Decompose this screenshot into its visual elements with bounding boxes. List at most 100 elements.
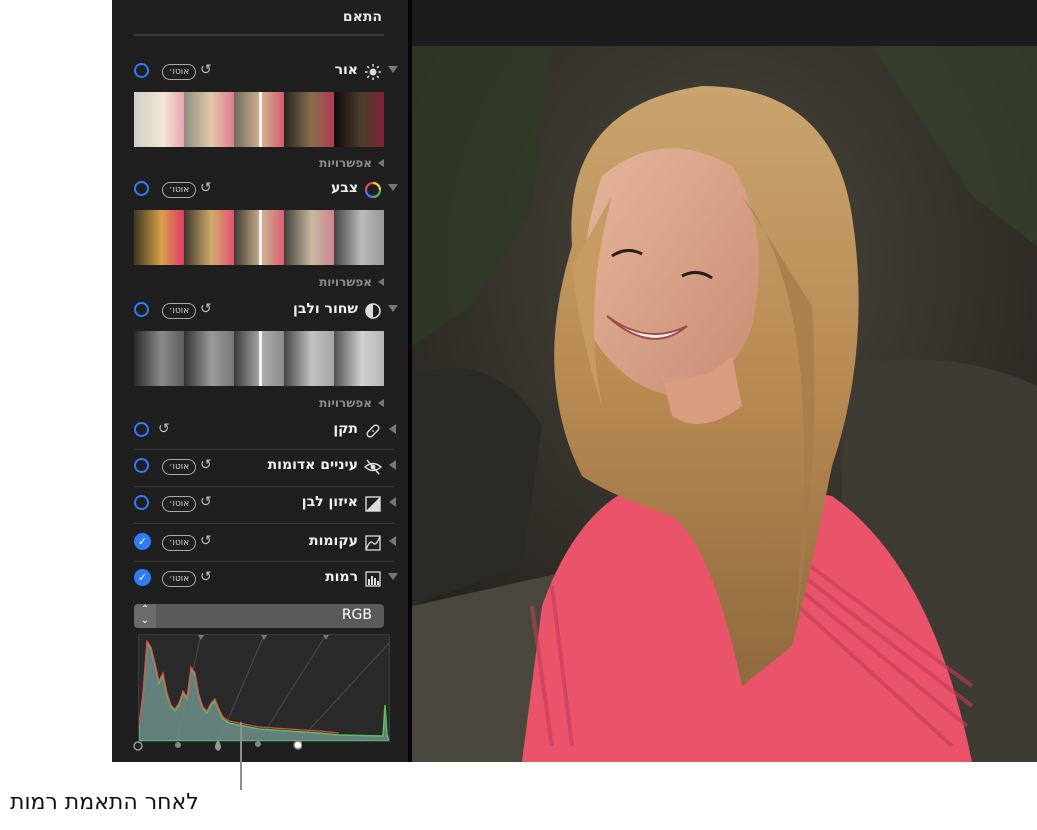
disclosure-triangle-icon	[378, 399, 384, 407]
options-disclosure[interactable]: אפשרויות	[319, 275, 384, 289]
curves-icon	[365, 535, 381, 551]
photo-canvas[interactable]	[412, 46, 1037, 762]
undo-button[interactable]: ↺	[200, 569, 212, 585]
disclosure-triangle-icon[interactable]	[388, 184, 398, 191]
histogram-graph	[139, 635, 389, 741]
auto-button[interactable]: אוטו׳	[162, 496, 196, 512]
thumbnail	[334, 210, 384, 265]
undo-button[interactable]: ↺	[200, 533, 212, 549]
enable-toggle-checked[interactable]: ✓	[134, 533, 151, 550]
white-balance-icon	[365, 496, 381, 512]
row-divider	[134, 486, 394, 487]
section-label: איזון לבן	[301, 494, 358, 510]
section-label: תקן	[333, 421, 358, 437]
white-point-handle	[293, 740, 302, 750]
channel-value: RGB	[341, 607, 372, 623]
thumbnail	[334, 331, 384, 386]
color-wheel-icon	[364, 181, 382, 199]
caption-text: לאחר התאמת רמות	[10, 790, 199, 815]
section-color[interactable]: צבע ↺ אוטו׳	[112, 177, 408, 203]
section-label: שחור ולבן	[293, 301, 358, 317]
section-label: רמות	[325, 569, 358, 585]
thumbnail	[184, 92, 234, 147]
color-thumbnail-strip[interactable]	[134, 210, 384, 265]
section-white-balance[interactable]: איזון לבן ↺ אוטו׳	[112, 491, 408, 517]
section-label: אור	[334, 62, 358, 78]
row-divider	[134, 561, 394, 562]
section-light[interactable]: אור ↺ אוטו׳	[112, 59, 408, 85]
disclosure-triangle-icon[interactable]	[389, 424, 396, 434]
app: התאם אור ↺ אוטו׳ אפשרויות צבע ↺ אוטו׳ אפ…	[0, 0, 1037, 830]
undo-button[interactable]: ↺	[158, 421, 170, 437]
disclosure-triangle-icon[interactable]	[389, 460, 396, 470]
enable-toggle[interactable]	[134, 181, 149, 196]
eye-slash-icon	[364, 459, 382, 475]
levels-slider-track[interactable]	[132, 738, 302, 752]
section-black-and-white[interactable]: שחור ולבן ↺ אוטו׳	[112, 298, 408, 324]
portrait-photo	[412, 46, 1037, 762]
callout-line	[240, 722, 242, 790]
highlights-handle	[255, 741, 261, 747]
undo-button[interactable]: ↺	[200, 180, 212, 196]
undo-button[interactable]: ↺	[200, 494, 212, 510]
disclosure-triangle-icon	[378, 159, 384, 167]
enable-toggle[interactable]	[134, 458, 149, 473]
disclosure-triangle-icon[interactable]	[388, 66, 398, 73]
auto-button[interactable]: אוטו׳	[162, 303, 196, 319]
disclosure-triangle-icon[interactable]	[389, 497, 396, 507]
section-label: עיניים אדומות	[267, 457, 358, 473]
enable-toggle-checked[interactable]: ✓	[134, 569, 151, 586]
auto-button[interactable]: אוטו׳	[162, 459, 196, 475]
section-red-eye[interactable]: עיניים אדומות ↺ אוטו׳	[112, 454, 408, 480]
black-point-handle	[133, 741, 143, 751]
auto-button[interactable]: אוטו׳	[162, 571, 196, 587]
section-levels[interactable]: רמות ↺ אוטו׳ ✓	[112, 566, 408, 592]
row-divider	[134, 449, 394, 450]
enable-toggle[interactable]	[134, 63, 149, 78]
undo-button[interactable]: ↺	[200, 301, 212, 317]
auto-button[interactable]: אוטו׳	[162, 182, 196, 198]
sun-icon	[365, 64, 381, 80]
enable-toggle[interactable]	[134, 495, 149, 510]
strip-slider-handle[interactable]	[259, 92, 262, 147]
thumbnail	[284, 210, 334, 265]
adjust-sidebar: התאם אור ↺ אוטו׳ אפשרויות צבע ↺ אוטו׳ אפ…	[112, 0, 408, 762]
disclosure-triangle-icon	[378, 278, 384, 286]
options-disclosure[interactable]: אפשרויות	[319, 156, 384, 170]
bw-thumbnail-strip[interactable]	[134, 331, 384, 386]
thumbnail	[184, 331, 234, 386]
channel-popup[interactable]: ⌃ ⌄ RGB	[134, 604, 384, 628]
light-thumbnail-strip[interactable]	[134, 92, 384, 147]
thumbnail	[284, 92, 334, 147]
disclosure-triangle-icon[interactable]	[388, 573, 398, 580]
strip-slider-handle[interactable]	[259, 210, 262, 265]
thumbnail	[184, 210, 234, 265]
strip-slider-handle[interactable]	[259, 331, 262, 386]
section-label: צבע	[330, 180, 358, 196]
undo-button[interactable]: ↺	[200, 457, 212, 473]
options-label: אפשרויות	[319, 396, 372, 410]
disclosure-triangle-icon[interactable]	[389, 536, 396, 546]
levels-histogram[interactable]	[138, 634, 390, 742]
stepper-chevrons-icon[interactable]: ⌃ ⌄	[134, 604, 156, 628]
enable-toggle[interactable]	[134, 422, 149, 437]
thumbnail	[134, 210, 184, 265]
histogram-icon	[365, 571, 381, 587]
auto-button[interactable]: אוטו׳	[162, 535, 196, 551]
thumbnail	[284, 331, 334, 386]
row-divider	[134, 523, 394, 524]
half-circle-icon	[365, 303, 381, 319]
title-divider	[134, 34, 384, 36]
options-label: אפשרויות	[319, 275, 372, 289]
section-curves[interactable]: עקומות ↺ אוטו׳ ✓	[112, 530, 408, 556]
shadows-handle	[175, 742, 181, 748]
thumbnail	[134, 92, 184, 147]
options-disclosure[interactable]: אפשרויות	[319, 396, 384, 410]
options-label: אפשרויות	[319, 156, 372, 170]
section-label: עקומות	[309, 533, 358, 549]
enable-toggle[interactable]	[134, 302, 149, 317]
undo-button[interactable]: ↺	[200, 62, 212, 78]
auto-button[interactable]: אוטו׳	[162, 64, 196, 80]
disclosure-triangle-icon[interactable]	[388, 305, 398, 312]
section-retouch[interactable]: תקן ↺	[112, 418, 408, 444]
